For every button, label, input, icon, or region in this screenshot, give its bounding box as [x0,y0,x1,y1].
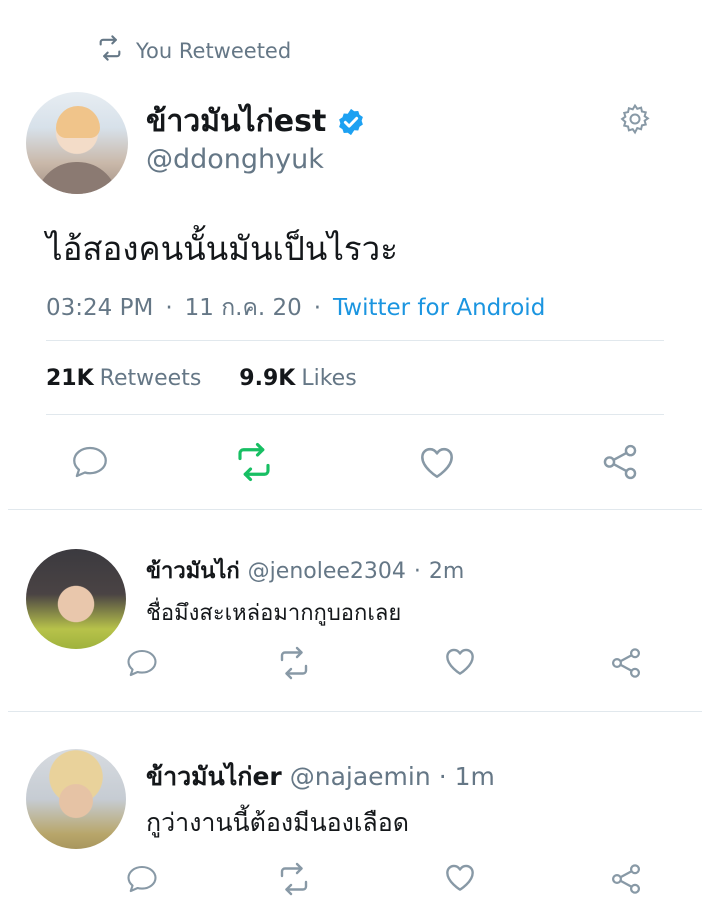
likes-stat[interactable]: 9.9K Likes [239,366,356,391]
tweet-time: 03:24 PM [46,295,154,321]
retweet-icon[interactable] [230,438,278,486]
likes-label: Likes [301,366,357,391]
retweet-icon [96,34,124,67]
retweets-label: Retweets [99,366,202,391]
tweet-date: 11 ก.ค. 20 [184,295,302,321]
tweet-stats: 21K Retweets 9.9K Likes [46,366,357,391]
retweets-stat[interactable]: 21K Retweets [46,366,201,391]
avatar[interactable] [26,92,128,194]
reply-icon[interactable] [66,438,114,486]
share-icon[interactable] [606,643,646,683]
divider [46,414,664,415]
divider [46,340,664,341]
reply-header: ข้าวมันไก่er @najaemin · 1m [146,757,495,797]
tweet-source-link[interactable]: Twitter for Android [333,295,545,321]
meta-separator: · [165,295,173,321]
meta-separator: · [313,295,322,321]
share-icon[interactable] [606,859,646,899]
retweet-banner-label: You Retweeted [136,38,292,63]
reply-text: กูว่างานนี้ต้องมีนองเลือด [146,808,410,837]
display-name[interactable]: ข้าวมันไก่est [146,98,326,145]
retweets-count: 21K [46,366,94,391]
tweet-author[interactable]: ข้าวมันไก่est [146,98,366,145]
tweet-meta: 03:24 PM · 11 ก.ค. 20 · Twitter for Andr… [46,290,545,326]
gear-icon[interactable] [618,102,652,136]
verified-badge-icon [336,107,366,137]
share-icon[interactable] [596,438,644,486]
reply-text: ชื่อมึงสะเหล่อมากกูบอกเลย [146,601,402,626]
reply-handle[interactable]: @jenolee2304 [248,559,406,584]
reply-handle[interactable]: @najaemin [290,762,431,791]
retweet-icon[interactable] [274,859,314,899]
tweet-text: ไอ้สองคนนั้นมันเป็นไรวะ [46,229,398,268]
tweet-action-bar [0,438,715,488]
heart-icon[interactable] [412,438,462,486]
reply-display-name[interactable]: ข้าวมันไก่er [146,757,282,797]
heart-icon[interactable] [440,641,480,681]
reply-separator: · [413,559,421,584]
handle[interactable]: @ddonghyuk [146,144,324,175]
reply-tweet[interactable]: ข้าวมันไก่er @najaemin · 1m กูว่างานนี้ต… [0,711,715,913]
avatar[interactable] [26,549,126,649]
reply-display-name[interactable]: ข้าวมันไก่ [146,553,240,588]
heart-icon[interactable] [440,857,480,897]
retweet-icon[interactable] [274,643,314,683]
reply-icon[interactable] [122,643,162,683]
reply-time: 2m [428,559,465,584]
reply-header: ข้าวมันไก่ @jenolee2304 · 2m [146,553,464,588]
reply-icon[interactable] [122,859,162,899]
avatar[interactable] [26,749,126,849]
reply-tweet[interactable]: ข้าวมันไก่ @jenolee2304 · 2m ชื่อมึงสะเห… [0,509,715,711]
reply-separator: · [438,762,447,791]
reply-time: 1m [454,762,495,791]
likes-count: 9.9K [239,366,296,391]
retweet-banner: You Retweeted [96,34,291,67]
